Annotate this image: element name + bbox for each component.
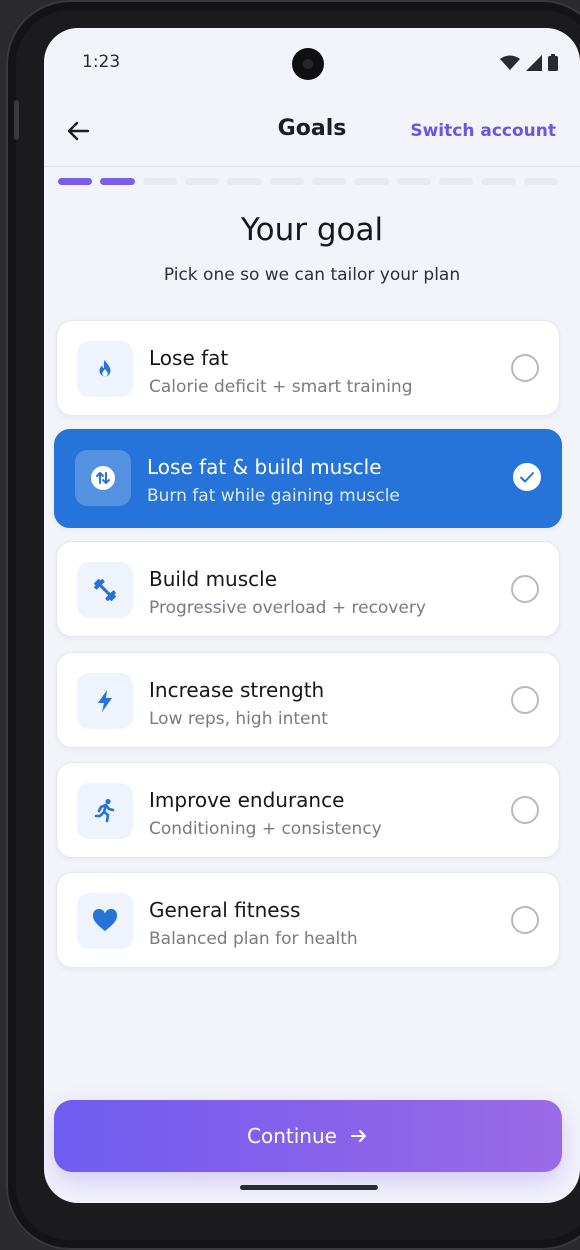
goal-subtitle: Calorie deficit + smart training [149,377,413,397]
progress-segment [269,178,304,185]
heart-icon [92,909,118,931]
camera-cutout [292,48,324,80]
progress-segment [142,178,177,185]
continue-button[interactable]: Continue [54,1100,562,1172]
goal-option-increase-strength[interactable]: Increase strength Low reps, high intent [56,652,560,748]
status-bar: 1:23 [44,28,580,100]
arrow-right-icon [350,1130,366,1142]
goal-radio[interactable] [511,686,539,714]
goal-icon-box [77,341,133,397]
swap-arrows-icon [91,466,115,490]
goal-icon-box [77,673,133,729]
lightning-icon [98,690,112,712]
flame-icon [99,359,111,377]
goal-option-general-fitness[interactable]: General fitness Balanced plan for health [56,872,560,968]
power-button [14,100,19,140]
goal-icon-box [77,893,133,949]
checkmark-icon [520,472,534,483]
goal-subtitle: Conditioning + consistency [149,819,382,839]
goal-subtitle: Balanced plan for health [149,929,358,949]
progress-segment [354,178,389,185]
goal-icon-box [77,783,133,839]
goal-option-lose-fat-build-muscle[interactable]: Lose fat & build muscle Burn fat while g… [54,429,562,528]
goal-title: Lose fat [149,346,229,370]
battery-icon [548,54,558,71]
status-icons [500,54,558,71]
cellular-signal-icon [526,54,542,71]
goal-title: Improve endurance [149,788,345,812]
wifi-icon [500,55,520,70]
page-heading: Your goal [240,212,384,248]
goal-subtitle: Progressive overload + recovery [149,598,426,618]
goal-option-lose-fat[interactable]: Lose fat Calorie deficit + smart trainin… [56,320,560,416]
dumbbell-icon [94,579,116,601]
goal-subtitle: Burn fat while gaining muscle [147,486,400,506]
home-indicator [240,1185,378,1190]
goal-option-build-muscle[interactable]: Build muscle Progressive overload + reco… [56,541,560,637]
goal-option-improve-endurance[interactable]: Improve endurance Conditioning + consist… [56,762,560,858]
runner-icon [94,798,115,823]
continue-label: Continue [247,1124,337,1148]
page-subheading: Pick one so we can tailor your plan [163,265,461,285]
goal-title: General fitness [149,898,301,922]
goal-subtitle: Low reps, high intent [149,709,328,729]
switch-account-link[interactable]: Switch account [410,121,556,141]
goal-title: Build muscle [149,567,277,591]
progress-segment [227,178,262,185]
goal-icon-box [75,450,131,506]
progress-segment [438,178,474,185]
goal-radio[interactable] [511,354,539,382]
goal-radio[interactable] [511,906,539,934]
goal-radio-checked[interactable] [513,463,541,491]
onboarding-progress [58,178,558,186]
progress-segment [184,178,220,185]
progress-segment [396,178,431,185]
status-time: 1:23 [82,52,121,72]
goal-icon-box [77,562,133,618]
progress-segment [311,178,347,185]
progress-segment [481,178,516,185]
progress-segment [100,178,135,185]
progress-segment [58,178,93,185]
phone-screen: 1:23 Goals Switch account Your goal Pick… [44,28,580,1203]
app-bar: Goals Switch account [44,100,580,167]
progress-segment [523,178,558,185]
goal-title: Increase strength [149,678,325,702]
goal-radio[interactable] [511,796,539,824]
goal-title: Lose fat & build muscle [147,455,382,479]
goal-radio[interactable] [511,575,539,603]
